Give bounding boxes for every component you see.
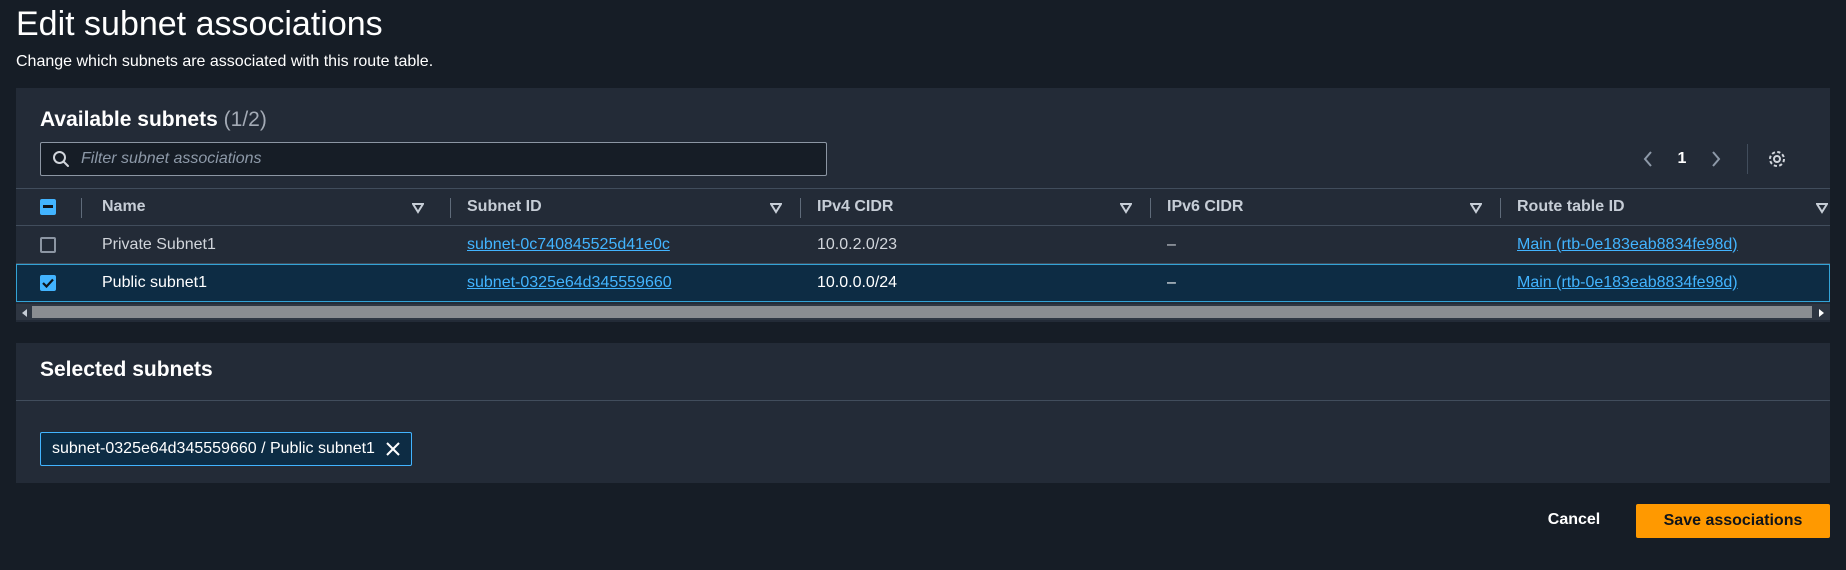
chevron-left-icon[interactable] xyxy=(1631,144,1665,174)
select-all-checkbox[interactable] xyxy=(40,199,56,215)
subnet-name: Private Subnet1 xyxy=(102,235,216,253)
page-description: Change which subnets are associated with… xyxy=(16,53,434,70)
selected-subnets-panel: Selected subnets subnet-0325e64d34555966… xyxy=(16,343,1830,483)
sort-caret-icon[interactable] xyxy=(769,201,783,219)
subnet-id-link[interactable]: subnet-0325e64d345559660 xyxy=(467,274,672,292)
cancel-button[interactable]: Cancel xyxy=(1526,502,1622,538)
column-header-subnet-id[interactable]: Subnet ID xyxy=(450,189,800,225)
sort-caret-icon[interactable] xyxy=(1815,201,1829,219)
filter-subnet-associations[interactable] xyxy=(40,142,827,176)
horizontal-scrollbar[interactable] xyxy=(16,304,1830,320)
ipv6-cidr: – xyxy=(1167,274,1176,291)
selected-subnet-token: subnet-0325e64d345559660 / Public subnet… xyxy=(40,432,412,466)
available-subnets-header: Available subnets (1/2) xyxy=(40,106,267,134)
column-header-route-table-id[interactable]: Route table ID xyxy=(1500,189,1830,225)
subnet-name: Public subnet1 xyxy=(102,274,207,291)
ipv4-cidr: 10.0.0.0/24 xyxy=(817,274,898,291)
row-checkbox[interactable] xyxy=(40,275,56,291)
selected-subnets-title: Selected subnets xyxy=(40,358,213,381)
available-subnets-count: (1/2) xyxy=(223,108,267,131)
row-select-cell[interactable] xyxy=(40,226,56,263)
row-select-cell[interactable] xyxy=(40,265,56,301)
scrollbar-thumb[interactable] xyxy=(32,306,1812,318)
scroll-right-icon[interactable] xyxy=(1815,306,1827,318)
chevron-right-icon[interactable] xyxy=(1699,144,1733,174)
select-all-cell[interactable] xyxy=(40,189,56,225)
divider xyxy=(16,400,1830,401)
table-header-row: Name Subnet ID IPv4 CIDR IPv6 CIDR Route… xyxy=(16,188,1830,226)
subnets-table: Name Subnet ID IPv4 CIDR IPv6 CIDR Route… xyxy=(16,188,1830,302)
sort-caret-icon[interactable] xyxy=(1469,201,1483,219)
page-number[interactable]: 1 xyxy=(1665,150,1699,168)
edit-subnet-associations-page: Edit subnet associations Change which su… xyxy=(0,0,1846,570)
column-divider xyxy=(81,198,82,218)
gear-icon[interactable] xyxy=(1760,144,1794,174)
ipv4-cidr: 10.0.2.0/23 xyxy=(817,235,898,253)
available-subnets-panel: Available subnets (1/2) 1 xyxy=(16,88,1830,322)
sort-caret-icon[interactable] xyxy=(1119,201,1133,219)
available-subnets-title: Available subnets xyxy=(40,108,218,131)
column-header-name[interactable]: Name xyxy=(102,189,442,225)
route-table-link[interactable]: Main (rtb-0e183eab8834fe98d) xyxy=(1517,236,1738,254)
table-row[interactable]: Private Subnet1 subnet-0c740845525d41e0c… xyxy=(16,226,1830,264)
route-table-link[interactable]: Main (rtb-0e183eab8834fe98d) xyxy=(1517,274,1738,292)
filter-input[interactable] xyxy=(81,150,826,168)
ipv6-cidr: – xyxy=(1167,235,1176,253)
column-header-ipv6-cidr[interactable]: IPv6 CIDR xyxy=(1150,189,1500,225)
table-row-selected[interactable]: Public subnet1 subnet-0325e64d345559660 … xyxy=(16,264,1830,302)
column-header-ipv4-cidr[interactable]: IPv4 CIDR xyxy=(800,189,1150,225)
pagination: 1 xyxy=(1631,144,1794,174)
search-icon xyxy=(41,150,81,168)
close-icon[interactable] xyxy=(385,441,401,457)
save-associations-button[interactable]: Save associations xyxy=(1636,504,1830,538)
page-title: Edit subnet associations xyxy=(16,5,383,43)
scroll-left-icon[interactable] xyxy=(19,306,31,318)
subnet-id-link[interactable]: subnet-0c740845525d41e0c xyxy=(467,236,670,254)
row-checkbox[interactable] xyxy=(40,236,56,253)
sort-caret-icon[interactable] xyxy=(411,201,425,219)
pager-divider xyxy=(1747,144,1748,174)
token-label: subnet-0325e64d345559660 / Public subnet… xyxy=(52,440,375,457)
